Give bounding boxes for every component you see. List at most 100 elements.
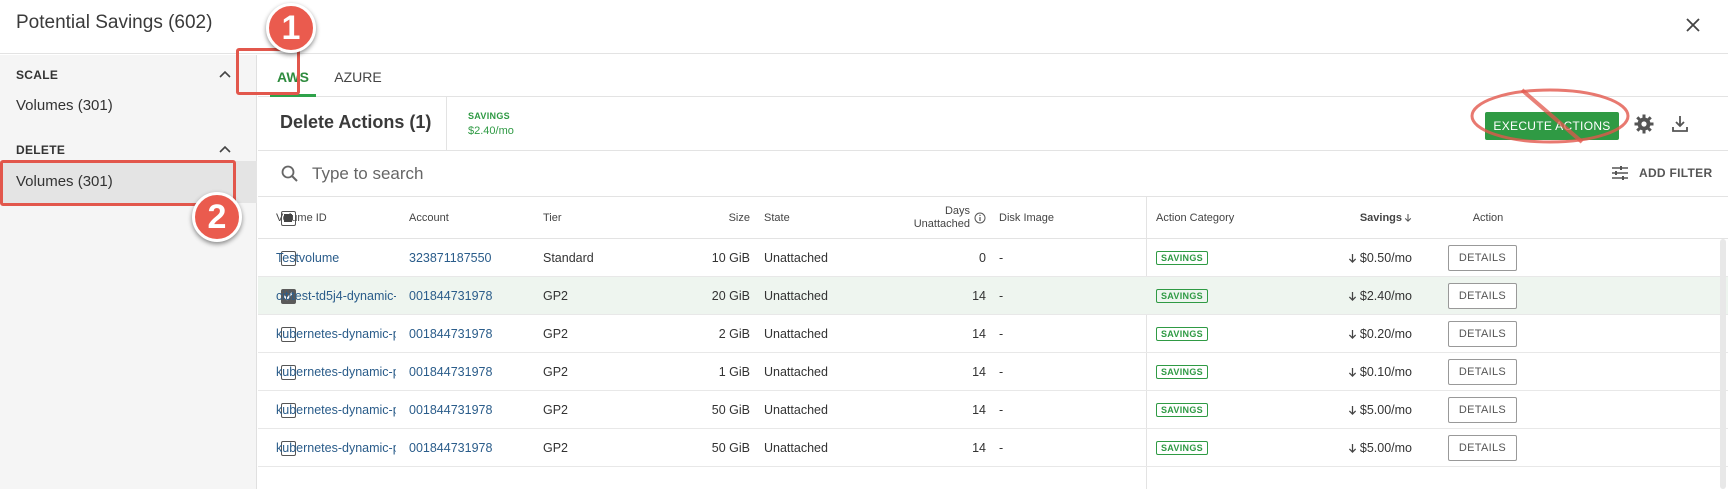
state-cell: Unattached bbox=[764, 441, 828, 455]
details-button[interactable]: DETAILS bbox=[1448, 283, 1517, 309]
disk-image-cell: - bbox=[999, 365, 1004, 379]
account-link[interactable]: 001844731978 bbox=[409, 441, 492, 455]
info-icon[interactable] bbox=[974, 212, 986, 224]
details-button[interactable]: DETAILS bbox=[1448, 397, 1517, 423]
days-unattached-cell: 14 bbox=[972, 403, 986, 417]
account-link[interactable]: 001844731978 bbox=[409, 403, 492, 417]
days-unattached-cell: 14 bbox=[972, 365, 986, 379]
table-row[interactable]: Testvolume 323871187550 Standard 10 GiB Unat… bbox=[258, 239, 1728, 277]
table-row[interactable]: kubernetes-dynamic-pvc 001844731978 GP2 1 G… bbox=[258, 353, 1728, 391]
sidebar-section-label: DELETE bbox=[16, 143, 66, 157]
size-cell: 20 GiB bbox=[711, 289, 750, 303]
savings-badge: SAVINGS bbox=[1156, 327, 1208, 341]
column-header-tier: Tier bbox=[543, 212, 562, 224]
volumes-table: Volume ID Account Tier Size State Days Unattac… bbox=[258, 197, 1728, 489]
disk-image-cell: - bbox=[999, 403, 1004, 417]
savings-cell: $5.00/mo bbox=[1359, 403, 1412, 417]
volume-id-link[interactable]: Testvolume bbox=[276, 251, 396, 265]
savings-badge: SAVINGS bbox=[1156, 403, 1208, 417]
column-header-account: Account bbox=[409, 212, 449, 224]
savings-cell: $0.50/mo bbox=[1359, 251, 1412, 265]
sort-descending-icon[interactable] bbox=[1404, 213, 1412, 223]
column-header-days-line1: Days bbox=[944, 205, 970, 217]
chevron-up-icon[interactable] bbox=[218, 142, 232, 156]
close-icon[interactable] bbox=[1680, 12, 1706, 38]
step-marker-2: 2 bbox=[192, 192, 242, 242]
days-unattached-cell: 14 bbox=[972, 441, 986, 455]
state-cell: Unattached bbox=[764, 289, 828, 303]
arrow-down-icon bbox=[1348, 292, 1357, 301]
tier-cell: Standard bbox=[543, 251, 594, 265]
details-button[interactable]: DETAILS bbox=[1448, 359, 1517, 385]
tier-cell: GP2 bbox=[543, 327, 569, 341]
dialog-title: Potential Savings (602) bbox=[16, 12, 213, 33]
state-cell: Unattached bbox=[764, 403, 828, 417]
chevron-up-icon[interactable] bbox=[218, 67, 232, 81]
action-bar: Delete Actions (1) SAVINGS $2.40/mo EXEC… bbox=[258, 97, 1728, 151]
sidebar-item-scale-volumes[interactable]: Volumes (301) bbox=[0, 85, 257, 127]
volume-id-link[interactable]: cititest-td5j4-dynamic-pvc bbox=[276, 289, 396, 303]
savings-cell: $0.20/mo bbox=[1359, 327, 1412, 341]
step-marker-1: 1 bbox=[266, 3, 316, 53]
account-link[interactable]: 323871187550 bbox=[409, 251, 492, 265]
add-filter-button[interactable]: ADD FILTER bbox=[1611, 163, 1721, 185]
savings-value: $2.40/mo bbox=[468, 125, 514, 137]
column-header-action: Action bbox=[1472, 212, 1504, 224]
details-button[interactable]: DETAILS bbox=[1448, 245, 1517, 271]
size-cell: 10 GiB bbox=[711, 251, 750, 265]
volume-id-link[interactable]: kubernetes-dynamic-pvc bbox=[276, 327, 396, 341]
column-header-disk-image: Disk Image bbox=[999, 212, 1055, 224]
savings-cell: $2.40/mo bbox=[1359, 289, 1412, 303]
arrow-down-icon bbox=[1348, 368, 1357, 377]
delete-actions-title: Delete Actions (1) bbox=[280, 112, 432, 132]
details-button[interactable]: DETAILS bbox=[1448, 321, 1517, 347]
table-row[interactable]: kubernetes-dynamic-pvc 001844731978 GP2 50 … bbox=[258, 391, 1728, 429]
tier-cell: GP2 bbox=[543, 365, 569, 379]
table-row[interactable]: kubernetes-dynamic-pvc 001844731978 GP2 50 … bbox=[258, 429, 1728, 467]
sidebar-item-label: Volumes (301) bbox=[16, 173, 113, 190]
filter-sliders-icon bbox=[1612, 166, 1628, 180]
savings-badge: SAVINGS bbox=[1156, 251, 1208, 265]
execute-actions-button[interactable]: EXECUTE ACTIONS bbox=[1485, 112, 1619, 140]
savings-cell: $5.00/mo bbox=[1359, 441, 1412, 455]
search-bar: ADD FILTER bbox=[258, 151, 1728, 197]
column-header-volume-id: Volume ID bbox=[276, 212, 327, 224]
volume-id-link[interactable]: kubernetes-dynamic-pvc bbox=[276, 365, 396, 379]
gear-icon[interactable] bbox=[1632, 112, 1656, 136]
tab-aws[interactable]: AWS bbox=[266, 55, 320, 97]
column-header-savings[interactable]: Savings bbox=[1328, 212, 1402, 224]
size-cell: 1 GiB bbox=[718, 365, 750, 379]
arrow-down-icon bbox=[1348, 444, 1357, 453]
sidebar-section-label: SCALE bbox=[16, 68, 59, 82]
days-unattached-cell: 14 bbox=[972, 289, 986, 303]
search-icon bbox=[281, 165, 298, 182]
vertical-scrollbar[interactable] bbox=[1720, 239, 1726, 489]
state-cell: Unattached bbox=[764, 365, 828, 379]
table-row[interactable]: cititest-td5j4-dynamic-pvc 001844731978 GP… bbox=[258, 277, 1728, 315]
disk-image-cell: - bbox=[999, 289, 1004, 303]
account-link[interactable]: 001844731978 bbox=[409, 365, 492, 379]
account-link[interactable]: 001844731978 bbox=[409, 289, 492, 303]
volume-id-link[interactable]: kubernetes-dynamic-pvc bbox=[276, 403, 396, 417]
state-cell: Unattached bbox=[764, 251, 828, 265]
tab-azure[interactable]: AZURE bbox=[326, 55, 390, 97]
tier-cell: GP2 bbox=[543, 441, 569, 455]
details-button[interactable]: DETAILS bbox=[1448, 435, 1517, 461]
column-header-state: State bbox=[764, 212, 790, 224]
divider bbox=[446, 97, 447, 151]
arrow-down-icon bbox=[1348, 406, 1357, 415]
download-icon[interactable] bbox=[1668, 112, 1692, 136]
disk-image-cell: - bbox=[999, 327, 1004, 341]
savings-badge: SAVINGS bbox=[1156, 441, 1208, 455]
provider-tabs: AWS AZURE bbox=[258, 55, 1728, 97]
volume-id-link[interactable]: kubernetes-dynamic-pvc bbox=[276, 441, 396, 455]
savings-cell: $0.10/mo bbox=[1359, 365, 1412, 379]
table-header: Volume ID Account Tier Size State Days Unattac… bbox=[258, 197, 1728, 239]
days-unattached-cell: 0 bbox=[979, 251, 986, 265]
sidebar-item-label: Volumes (301) bbox=[16, 97, 113, 114]
search-input[interactable] bbox=[312, 160, 1212, 188]
tab-label: AWS bbox=[277, 69, 309, 85]
account-link[interactable]: 001844731978 bbox=[409, 327, 492, 341]
tab-label: AZURE bbox=[334, 69, 382, 85]
table-row[interactable]: kubernetes-dynamic-pvc 001844731978 GP2 2 G… bbox=[258, 315, 1728, 353]
